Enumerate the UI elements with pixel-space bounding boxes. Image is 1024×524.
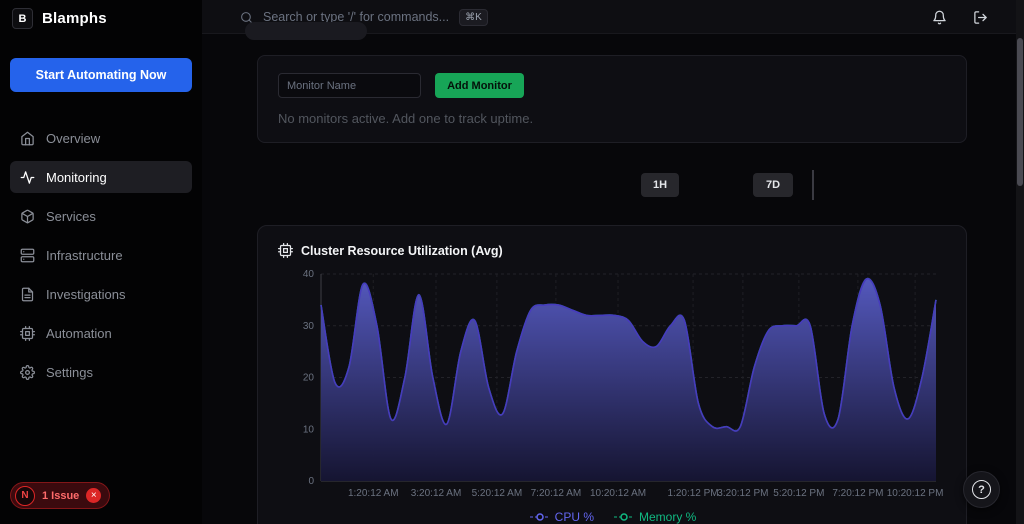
svg-text:0: 0 [308,476,314,487]
legend-label: Memory % [639,510,697,524]
svg-text:1:20:12 AM: 1:20:12 AM [348,488,399,499]
chart-header: Cluster Resource Utilization (Avg) [278,243,503,258]
cpu-icon [20,325,35,341]
bell-icon[interactable] [932,10,947,25]
activity-icon [20,170,35,184]
add-monitor-button[interactable]: Add Monitor [435,73,524,98]
svg-text:3:20:12 PM: 3:20:12 PM [717,488,768,499]
file-text-icon [21,287,34,301]
resource-utilization-chart: 0 10 20 30 40 1:20:12 AM 3:20:12 AM 5:20:12 AM 7… [303,270,944,499]
chart-title: Cluster Resource Utilization (Avg) [301,243,503,258]
svg-text:3:20:12 AM: 3:20:12 AM [411,488,462,499]
svg-text:1:20:12 PM: 1:20:12 PM [667,488,718,499]
box-icon [21,209,34,223]
svg-text:5:20:12 PM: 5:20:12 PM [773,488,824,499]
issue-close-icon[interactable]: × [86,488,102,503]
svg-text:7:20:12 PM: 7:20:12 PM [832,488,883,499]
sidebar-item-infrastructure[interactable]: Infrastructure [10,239,192,271]
cpu-icon [278,243,293,258]
svg-text:10:20:12 PM: 10:20:12 PM [887,488,944,499]
sidebar-item-investigations[interactable]: Investigations [10,278,192,310]
range-divider [812,170,814,200]
svg-text:5:20:12 AM: 5:20:12 AM [472,488,523,499]
svg-text:10: 10 [303,424,315,435]
sidebar-item-label: Services [46,208,96,224]
sidebar-item-monitoring[interactable]: Monitoring [10,161,192,193]
home-icon [21,131,34,145]
scrollbar-thumb[interactable] [1017,38,1023,186]
start-automating-button[interactable]: Start Automating Now [10,58,192,92]
logout-icon[interactable] [973,10,988,25]
legend-label: CPU % [554,510,594,524]
sidebar-item-label: Monitoring [46,169,107,185]
monitor-name-input[interactable] [278,73,421,98]
issue-logo-icon: N [15,485,35,506]
shortcut-badge: ⌘K [459,8,488,26]
sidebar-item-settings[interactable]: Settings [10,356,192,388]
range-1h-button[interactable]: 1H [641,173,679,197]
svg-text:30: 30 [303,321,315,332]
legend-marker-icon [614,513,634,521]
scrollbar-track[interactable] [1016,0,1024,524]
issue-badge[interactable]: N 1 Issue × [10,482,111,509]
sidebar-item-overview[interactable]: Overview [10,122,192,154]
scrolled-heading-remnant [245,22,367,40]
topbar-actions [932,0,988,34]
sidebar-nav: Overview Monitoring Services Infrastruct… [10,122,192,388]
brand-name: Blamphs [42,10,107,27]
sidebar-item-label: Overview [46,130,101,146]
monitors-empty-message: No monitors active. Add one to track upt… [278,111,534,126]
sidebar-item-label: Infrastructure [46,247,123,263]
sidebar-item-label: Settings [46,364,93,380]
svg-text:7:20:12 AM: 7:20:12 AM [531,488,582,499]
chart-legend: CPU % Memory % [258,510,968,524]
sidebar-item-label: Investigations [46,286,126,302]
sidebar: B Blamphs Start Automating Now Overview … [0,0,202,524]
legend-marker-icon [529,513,550,521]
brand: B Blamphs [12,8,107,29]
sidebar-item-automation[interactable]: Automation [10,317,192,349]
gear-icon [20,364,35,380]
svg-text:20: 20 [303,373,315,384]
legend-item: CPU % [529,510,594,524]
help-button[interactable]: ? [963,471,1000,508]
monitor-card: Add Monitor No monitors active. Add one … [257,55,967,143]
server-icon [20,248,35,262]
legend-item: Memory % [614,510,696,524]
svg-text:40: 40 [303,270,315,280]
svg-text:10:20:12 AM: 10:20:12 AM [590,488,646,499]
brand-logo-icon: B [12,8,33,29]
sidebar-item-label: Automation [46,325,112,341]
sidebar-item-services[interactable]: Services [10,200,192,232]
range-7d-button[interactable]: 7D [753,173,793,197]
question-mark-icon: ? [972,480,991,499]
issue-count-label: 1 Issue [42,489,80,502]
chart-card: Cluster Resource Utilization (Avg) 0 10 20… [257,225,967,524]
